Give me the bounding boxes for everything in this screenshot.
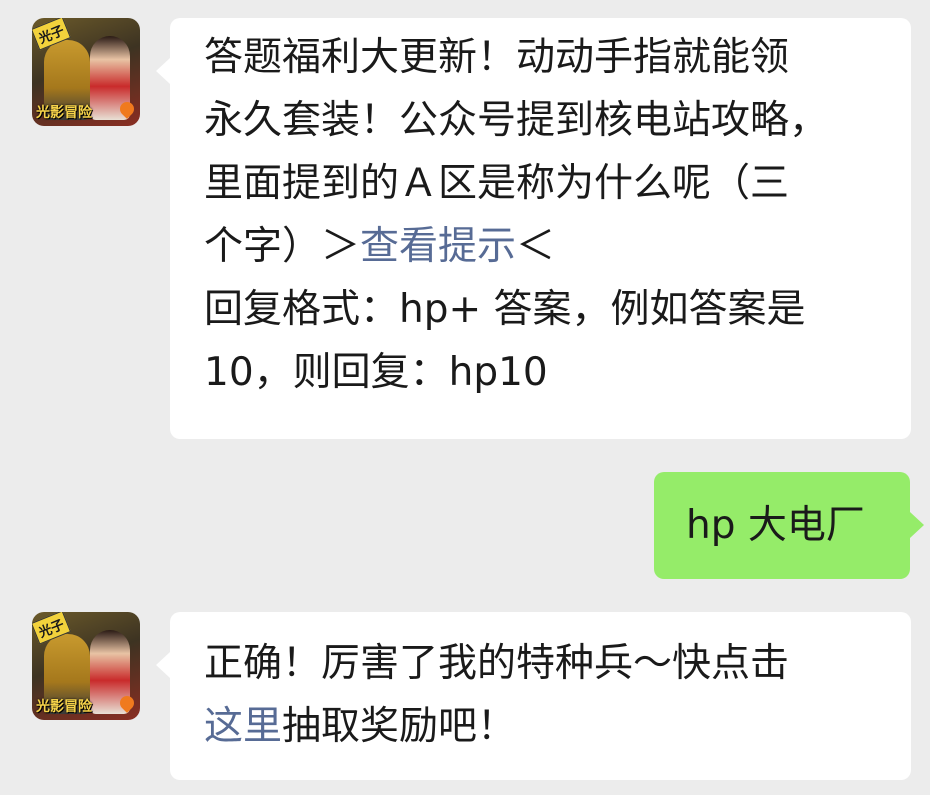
outgoing-message-bubble[interactable]: hp 大电厂 [654,472,924,579]
sender-avatar[interactable]: 光子 光影冒险 [32,612,140,720]
here-link[interactable]: 这里 [204,704,282,749]
line-suffix: 抽取奖励吧！ [282,704,517,749]
message-line: 这里抽取奖励吧！ [204,695,911,758]
message-line: 永久套装！公众号提到核电站攻略， [204,98,829,143]
avatar-brand: 光影冒险 [36,699,92,715]
message-line: 里面提到的Ａ区是称为什么呢（三 [204,161,790,206]
reply-text: hp 大电厂 [686,503,865,548]
avatar-brand: 光影冒险 [36,105,92,121]
sender-avatar[interactable]: 光子 光影冒险 [32,18,140,126]
message-line: 10，则回复：hp10 [204,350,548,395]
message-line: 答题福利大更新！动动手指就能领 [204,35,790,80]
message-line: 正确！厉害了我的特种兵～快点击 [204,641,790,686]
view-hint-link[interactable]: 查看提示 [360,224,516,269]
line-prefix: 个字）＞ [204,224,361,269]
line-suffix: ＜ [516,224,556,269]
message-line: 回复格式：hp+ 答案，例如答案是 [204,287,806,332]
incoming-message-bubble[interactable]: 正确！厉害了我的特种兵～快点击 这里抽取奖励吧！ [156,612,911,780]
message-line: 个字）＞查看提示＜ [204,215,911,278]
incoming-message-bubble[interactable]: 答题福利大更新！动动手指就能领 永久套装！公众号提到核电站攻略， 里面提到的Ａ区… [156,18,911,439]
